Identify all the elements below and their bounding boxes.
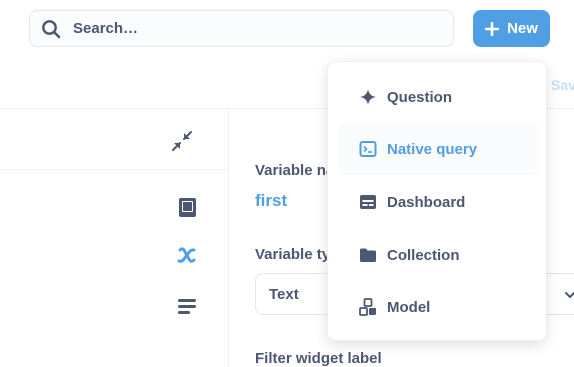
editor-divider — [0, 169, 228, 170]
folder-icon — [359, 246, 377, 264]
menu-item-label: Question — [387, 88, 453, 106]
menu-item-native-query[interactable]: Native query — [338, 123, 539, 175]
variable-type-value: Text — [269, 286, 299, 303]
new-button-label: New — [507, 20, 538, 37]
dashboard-icon — [359, 193, 377, 211]
search-input[interactable]: Search… — [73, 20, 138, 37]
panel-divider — [228, 109, 229, 367]
plus-icon — [484, 21, 500, 36]
search-icon — [41, 19, 61, 39]
menu-item-dashboard[interactable]: Dashboard — [338, 176, 539, 228]
search-bar[interactable]: Search… — [29, 10, 454, 47]
new-dropdown-menu: Question Native query Dashboard Collecti… — [327, 61, 547, 341]
snippets-icon[interactable] — [175, 294, 199, 318]
menu-item-model[interactable]: Model — [338, 281, 539, 333]
menu-item-label: Native query — [387, 140, 478, 158]
filter-widget-label: Filter widget label — [255, 350, 382, 367]
variables-icon[interactable] — [175, 243, 199, 267]
menu-item-label: Collection — [387, 246, 460, 264]
save-button[interactable]: Save — [551, 77, 574, 93]
menu-item-collection[interactable]: Collection — [338, 229, 539, 281]
reference-icon[interactable] — [175, 195, 199, 219]
contract-icon[interactable] — [170, 129, 194, 153]
sql-icon — [359, 140, 377, 158]
model-icon — [359, 298, 377, 316]
chevron-down-icon — [564, 288, 574, 300]
variable-name-value: first — [255, 191, 288, 210]
menu-item-label: Dashboard — [387, 193, 466, 211]
menu-item-label: Model — [387, 298, 431, 316]
menu-item-question[interactable]: Question — [338, 71, 539, 123]
new-button[interactable]: New — [473, 10, 550, 47]
sparkle-icon — [359, 88, 377, 106]
